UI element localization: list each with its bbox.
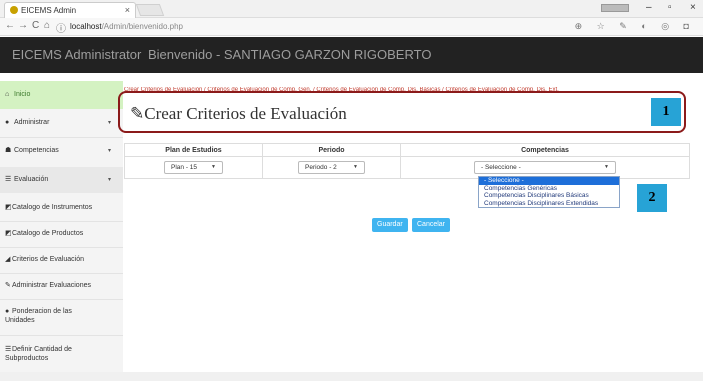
forward-icon[interactable]: →	[18, 20, 28, 31]
divider	[0, 299, 123, 300]
url-path: /Admin/bienvenido.php	[101, 22, 183, 31]
competencias-select-value: - Seleccione -	[481, 164, 521, 171]
column-header: Periodo	[262, 143, 401, 157]
url-field[interactable]: localhost/Admin/bienvenido.php	[70, 22, 183, 31]
divider	[0, 221, 123, 222]
close-window-icon[interactable]: ×	[690, 2, 696, 13]
home-icon[interactable]: ⌂	[44, 20, 50, 31]
dropdown-option[interactable]: Competencias Genéricas	[479, 185, 619, 193]
sidebar-item-catalogo-instrumentos[interactable]: ◩ Catalogo de Instrumentos	[0, 197, 123, 219]
sidebar-item-label: Ponderacion de las	[12, 308, 72, 315]
sidebar-item-administrar-evaluaciones[interactable]: ✎ Administrar Evaluaciones	[0, 275, 123, 297]
sidebar-item-administrar[interactable]: ● Administrar ▾	[0, 111, 123, 135]
plan-select[interactable]: Plan - 15 ▼	[164, 161, 223, 174]
chevron-down-icon: ▾	[107, 177, 111, 183]
welcome-text: Bienvenido - SANTIAGO GARZON RIGOBERTO	[148, 47, 432, 62]
sidebar-item-label: Administrar	[14, 119, 50, 126]
chevron-down-icon: ▼	[353, 164, 358, 170]
plan-select-value: Plan - 15	[171, 164, 198, 171]
browser-tab-bar: EICEMS Admin × – ▫ ×	[0, 0, 703, 18]
divider	[0, 335, 123, 336]
browser-tab[interactable]: EICEMS Admin ×	[4, 2, 136, 18]
chevron-down-icon: ▼	[211, 164, 216, 170]
criteria-table: Plan de Estudios Periodo Competencias Pl…	[124, 143, 690, 179]
dropdown-option[interactable]: Competencias Disciplinares Extendidas	[479, 200, 619, 208]
book-icon: ◩	[5, 204, 12, 211]
back-icon[interactable]: ←	[5, 20, 15, 31]
highlight-box	[118, 91, 686, 133]
divider	[0, 247, 123, 248]
sidebar-item-label: Catalogo de Productos	[12, 230, 84, 237]
tab-title: EICEMS Admin	[21, 6, 77, 15]
site-info-icon[interactable]: ⓘ	[56, 20, 66, 35]
annotation-marker-2: 2	[637, 184, 667, 212]
close-tab-icon[interactable]: ×	[125, 5, 130, 15]
toolbar-icons[interactable]: ⊕ ☆ ✎ ◐ ◎ ◘	[575, 21, 695, 32]
chevron-down-icon: ▾	[107, 120, 111, 126]
list-icon: ☰	[5, 346, 12, 353]
sidebar-item-label: Definir Cantidad de	[12, 346, 72, 353]
periodo-select[interactable]: Periodo - 2 ▼	[298, 161, 365, 174]
brand-title[interactable]: EICEMS Administrator	[12, 47, 141, 62]
app-header: EICEMS Administrator Bienvenido - SANTIA…	[0, 37, 703, 73]
new-tab-button[interactable]	[135, 4, 165, 16]
edit-icon: ✎	[5, 282, 11, 289]
url-host: localhost	[70, 22, 102, 31]
sidebar-item-label: Criterios de Evaluación	[12, 256, 84, 263]
list-icon: ☰	[5, 176, 12, 183]
address-bar: ← → C ⌂ ⓘ localhost/Admin/bienvenido.php…	[0, 18, 703, 36]
dropdown-option[interactable]: Competencias Disciplinares Básicas	[479, 192, 619, 200]
sidebar-item-evaluacion[interactable]: ☰ Evaluación ▾	[0, 167, 123, 193]
divider	[0, 137, 123, 138]
chevron-down-icon: ▾	[107, 148, 111, 154]
save-button[interactable]: Guardar	[372, 218, 408, 232]
sidebar-item-catalogo-productos[interactable]: ◩ Catalogo de Productos	[0, 223, 123, 245]
sidebar-item-inicio[interactable]: ⌂ Inicio	[0, 81, 123, 109]
periodo-select-value: Periodo - 2	[305, 164, 337, 171]
sidebar-item-criterios[interactable]: ◢ Criterios de Evaluación	[0, 249, 123, 271]
column-header: Competencias	[400, 143, 690, 157]
plan-cell: Plan - 15 ▼	[124, 156, 263, 179]
annotation-marker-1: 1	[651, 98, 681, 126]
footer-bar	[0, 372, 703, 381]
restore-icon[interactable]: ▫	[668, 2, 672, 13]
column-header: Plan de Estudios	[124, 143, 263, 157]
periodo-cell: Periodo - 2 ▼	[262, 156, 401, 179]
sidebar-item-label: Competencias	[14, 147, 59, 154]
home-icon: ⌂	[5, 91, 10, 98]
circle-icon: ●	[5, 308, 10, 315]
sidebar-item-subproductos[interactable]: ☰ Definir Cantidad de Subproductos	[0, 345, 123, 367]
sidebar-item-label-line2: Subproductos	[5, 355, 49, 362]
sidebar-item-label-line2: Unidades	[5, 317, 35, 324]
sidebar-item-ponderacion[interactable]: ● Ponderacion de las Unidades	[0, 307, 123, 329]
sidebar-item-competencias[interactable]: ☗ Competencias ▾	[0, 139, 123, 163]
competencias-dropdown: - Seleccione - Competencias Genéricas Co…	[478, 176, 620, 208]
tag-icon: ◢	[5, 256, 11, 263]
dropdown-option[interactable]: - Seleccione -	[479, 177, 619, 185]
competencias-select[interactable]: - Seleccione - ▼	[474, 161, 616, 174]
profile-badge[interactable]	[601, 4, 629, 12]
cancel-button[interactable]: Cancelar	[412, 218, 451, 232]
reload-icon[interactable]: C	[32, 20, 39, 31]
sidebar-item-label: Administrar Evaluaciones	[12, 282, 91, 289]
book-icon: ◩	[5, 230, 12, 237]
circle-icon: ●	[5, 119, 10, 126]
sidebar-item-label: Evaluación	[14, 176, 49, 183]
divider	[0, 273, 123, 274]
minimize-icon[interactable]: –	[646, 2, 652, 13]
sidebar: ⌂ Inicio ● Administrar ▾ ☗ Competencias …	[0, 81, 123, 381]
sidebar-item-label: Inicio	[14, 91, 31, 98]
users-icon: ☗	[5, 147, 12, 154]
chevron-down-icon: ▼	[604, 164, 609, 170]
favicon-icon	[10, 6, 18, 14]
sidebar-item-label: Catalogo de Instrumentos	[12, 204, 93, 211]
